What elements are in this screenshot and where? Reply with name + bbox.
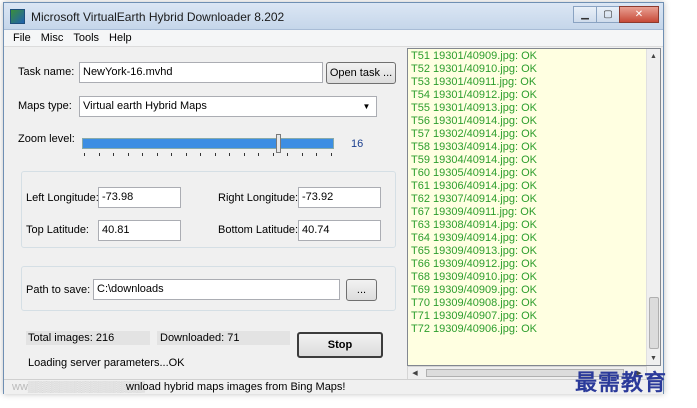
left-longitude-input[interactable]: -73.98	[98, 187, 181, 208]
total-images-label: Total images: 216	[28, 332, 115, 344]
top-latitude-label: Top Latitude:	[26, 224, 89, 236]
menu-misc[interactable]: Misc	[36, 32, 69, 44]
top-latitude-input[interactable]: 40.81	[98, 220, 181, 241]
zoom-slider-ticks	[84, 153, 332, 157]
status-message: Loading server parameters...OK	[28, 357, 185, 369]
chevron-down-icon[interactable]: ▼	[359, 99, 374, 114]
task-name-input[interactable]: NewYork-16.mvhd	[79, 62, 323, 83]
menu-bar: File Misc Tools Help	[4, 30, 663, 47]
log-line: T57 19302/40914.jpg: OK	[411, 128, 537, 140]
watermark-logo: 最需教育	[575, 370, 668, 396]
scroll-thumb[interactable]	[649, 297, 659, 349]
log-line: T61 19306/40914.jpg: OK	[411, 180, 537, 192]
log-line: T55 19301/40913.jpg: OK	[411, 102, 537, 114]
maximize-button[interactable]: ▢	[596, 6, 620, 23]
zoom-level-label: Zoom level:	[18, 133, 75, 145]
status-bar: ww▒▒▒▒▒▒▒▒▒▒▒▒▒▒▒ wnload hybrid maps ima…	[4, 379, 663, 394]
menu-file[interactable]: File	[8, 32, 36, 44]
status-bar-blur: ww▒▒▒▒▒▒▒▒▒▒▒▒▒▒▒	[12, 381, 145, 393]
log-line: T72 19309/40906.jpg: OK	[411, 323, 537, 335]
log-line: T68 19309/40910.jpg: OK	[411, 271, 537, 283]
close-button[interactable]: ✕	[619, 6, 659, 23]
log-line: T59 19304/40914.jpg: OK	[411, 154, 537, 166]
log-line: T71 19309/40907.jpg: OK	[411, 310, 537, 322]
right-longitude-input[interactable]: -73.92	[298, 187, 381, 208]
maps-type-label: Maps type:	[18, 100, 72, 112]
window-controls: ▁ ▢ ✕	[573, 6, 659, 24]
bottom-latitude-label: Bottom Latitude:	[218, 224, 299, 236]
left-longitude-label: Left Longitude:	[26, 192, 99, 204]
downloaded-label: Downloaded: 71	[160, 332, 240, 344]
right-longitude-label: Right Longitude:	[218, 192, 299, 204]
path-to-save-label: Path to save:	[26, 284, 91, 296]
task-name-label: Task name:	[18, 66, 75, 78]
download-log[interactable]: T51 19301/40909.jpg: OK T52 19301/40910.j…	[407, 48, 661, 366]
app-window: Microsoft VirtualEarth Hybrid Downloader…	[3, 2, 664, 394]
browse-button[interactable]: ...	[346, 279, 377, 301]
zoom-slider-thumb[interactable]	[276, 134, 281, 153]
log-line: T70 19309/40908.jpg: OK	[411, 297, 537, 309]
menu-help[interactable]: Help	[104, 32, 137, 44]
bottom-latitude-input[interactable]: 40.74	[298, 220, 381, 241]
menu-tools[interactable]: Tools	[68, 32, 104, 44]
log-line: T66 19309/40912.jpg: OK	[411, 258, 537, 270]
zoom-slider-track[interactable]	[82, 138, 334, 149]
window-title: Microsoft VirtualEarth Hybrid Downloader…	[31, 10, 285, 24]
log-line: T54 19301/40912.jpg: OK	[411, 89, 537, 101]
log-line: T62 19307/40914.jpg: OK	[411, 193, 537, 205]
maps-type-value: Virtual earth Hybrid Maps	[83, 100, 207, 112]
log-line: T67 19309/40911.jpg: OK	[411, 206, 537, 218]
log-line: T51 19301/40909.jpg: OK	[411, 50, 537, 62]
minimize-button[interactable]: ▁	[573, 6, 597, 23]
log-line: T53 19301/40911.jpg: OK	[411, 76, 537, 88]
scroll-down-icon[interactable]: ▼	[647, 351, 660, 365]
log-line: T56 19301/40914.jpg: OK	[411, 115, 537, 127]
stop-button[interactable]: Stop	[297, 332, 383, 358]
log-line: T60 19305/40914.jpg: OK	[411, 167, 537, 179]
zoom-level-value: 16	[351, 138, 364, 150]
log-line: T63 19308/40914.jpg: OK	[411, 219, 537, 231]
status-bar-text: wnload hybrid maps images from Bing Maps…	[126, 381, 346, 393]
scroll-up-icon[interactable]: ▲	[647, 49, 660, 63]
log-line: T64 19309/40914.jpg: OK	[411, 232, 537, 244]
maps-type-select[interactable]: Virtual earth Hybrid Maps ▼	[79, 96, 377, 117]
log-line: T58 19303/40914.jpg: OK	[411, 141, 537, 153]
scroll-left-icon[interactable]: ◀	[408, 367, 422, 379]
log-vertical-scrollbar[interactable]: ▲ ▼	[646, 49, 660, 365]
open-task-button[interactable]: Open task ...	[326, 62, 396, 84]
log-line: T65 19309/40913.jpg: OK	[411, 245, 537, 257]
title-bar[interactable]: Microsoft VirtualEarth Hybrid Downloader…	[4, 3, 663, 30]
app-icon	[10, 9, 25, 24]
path-to-save-input[interactable]: C:\downloads	[93, 279, 340, 300]
log-line: T69 19309/40909.jpg: OK	[411, 284, 537, 296]
log-line: T52 19301/40910.jpg: OK	[411, 63, 537, 75]
